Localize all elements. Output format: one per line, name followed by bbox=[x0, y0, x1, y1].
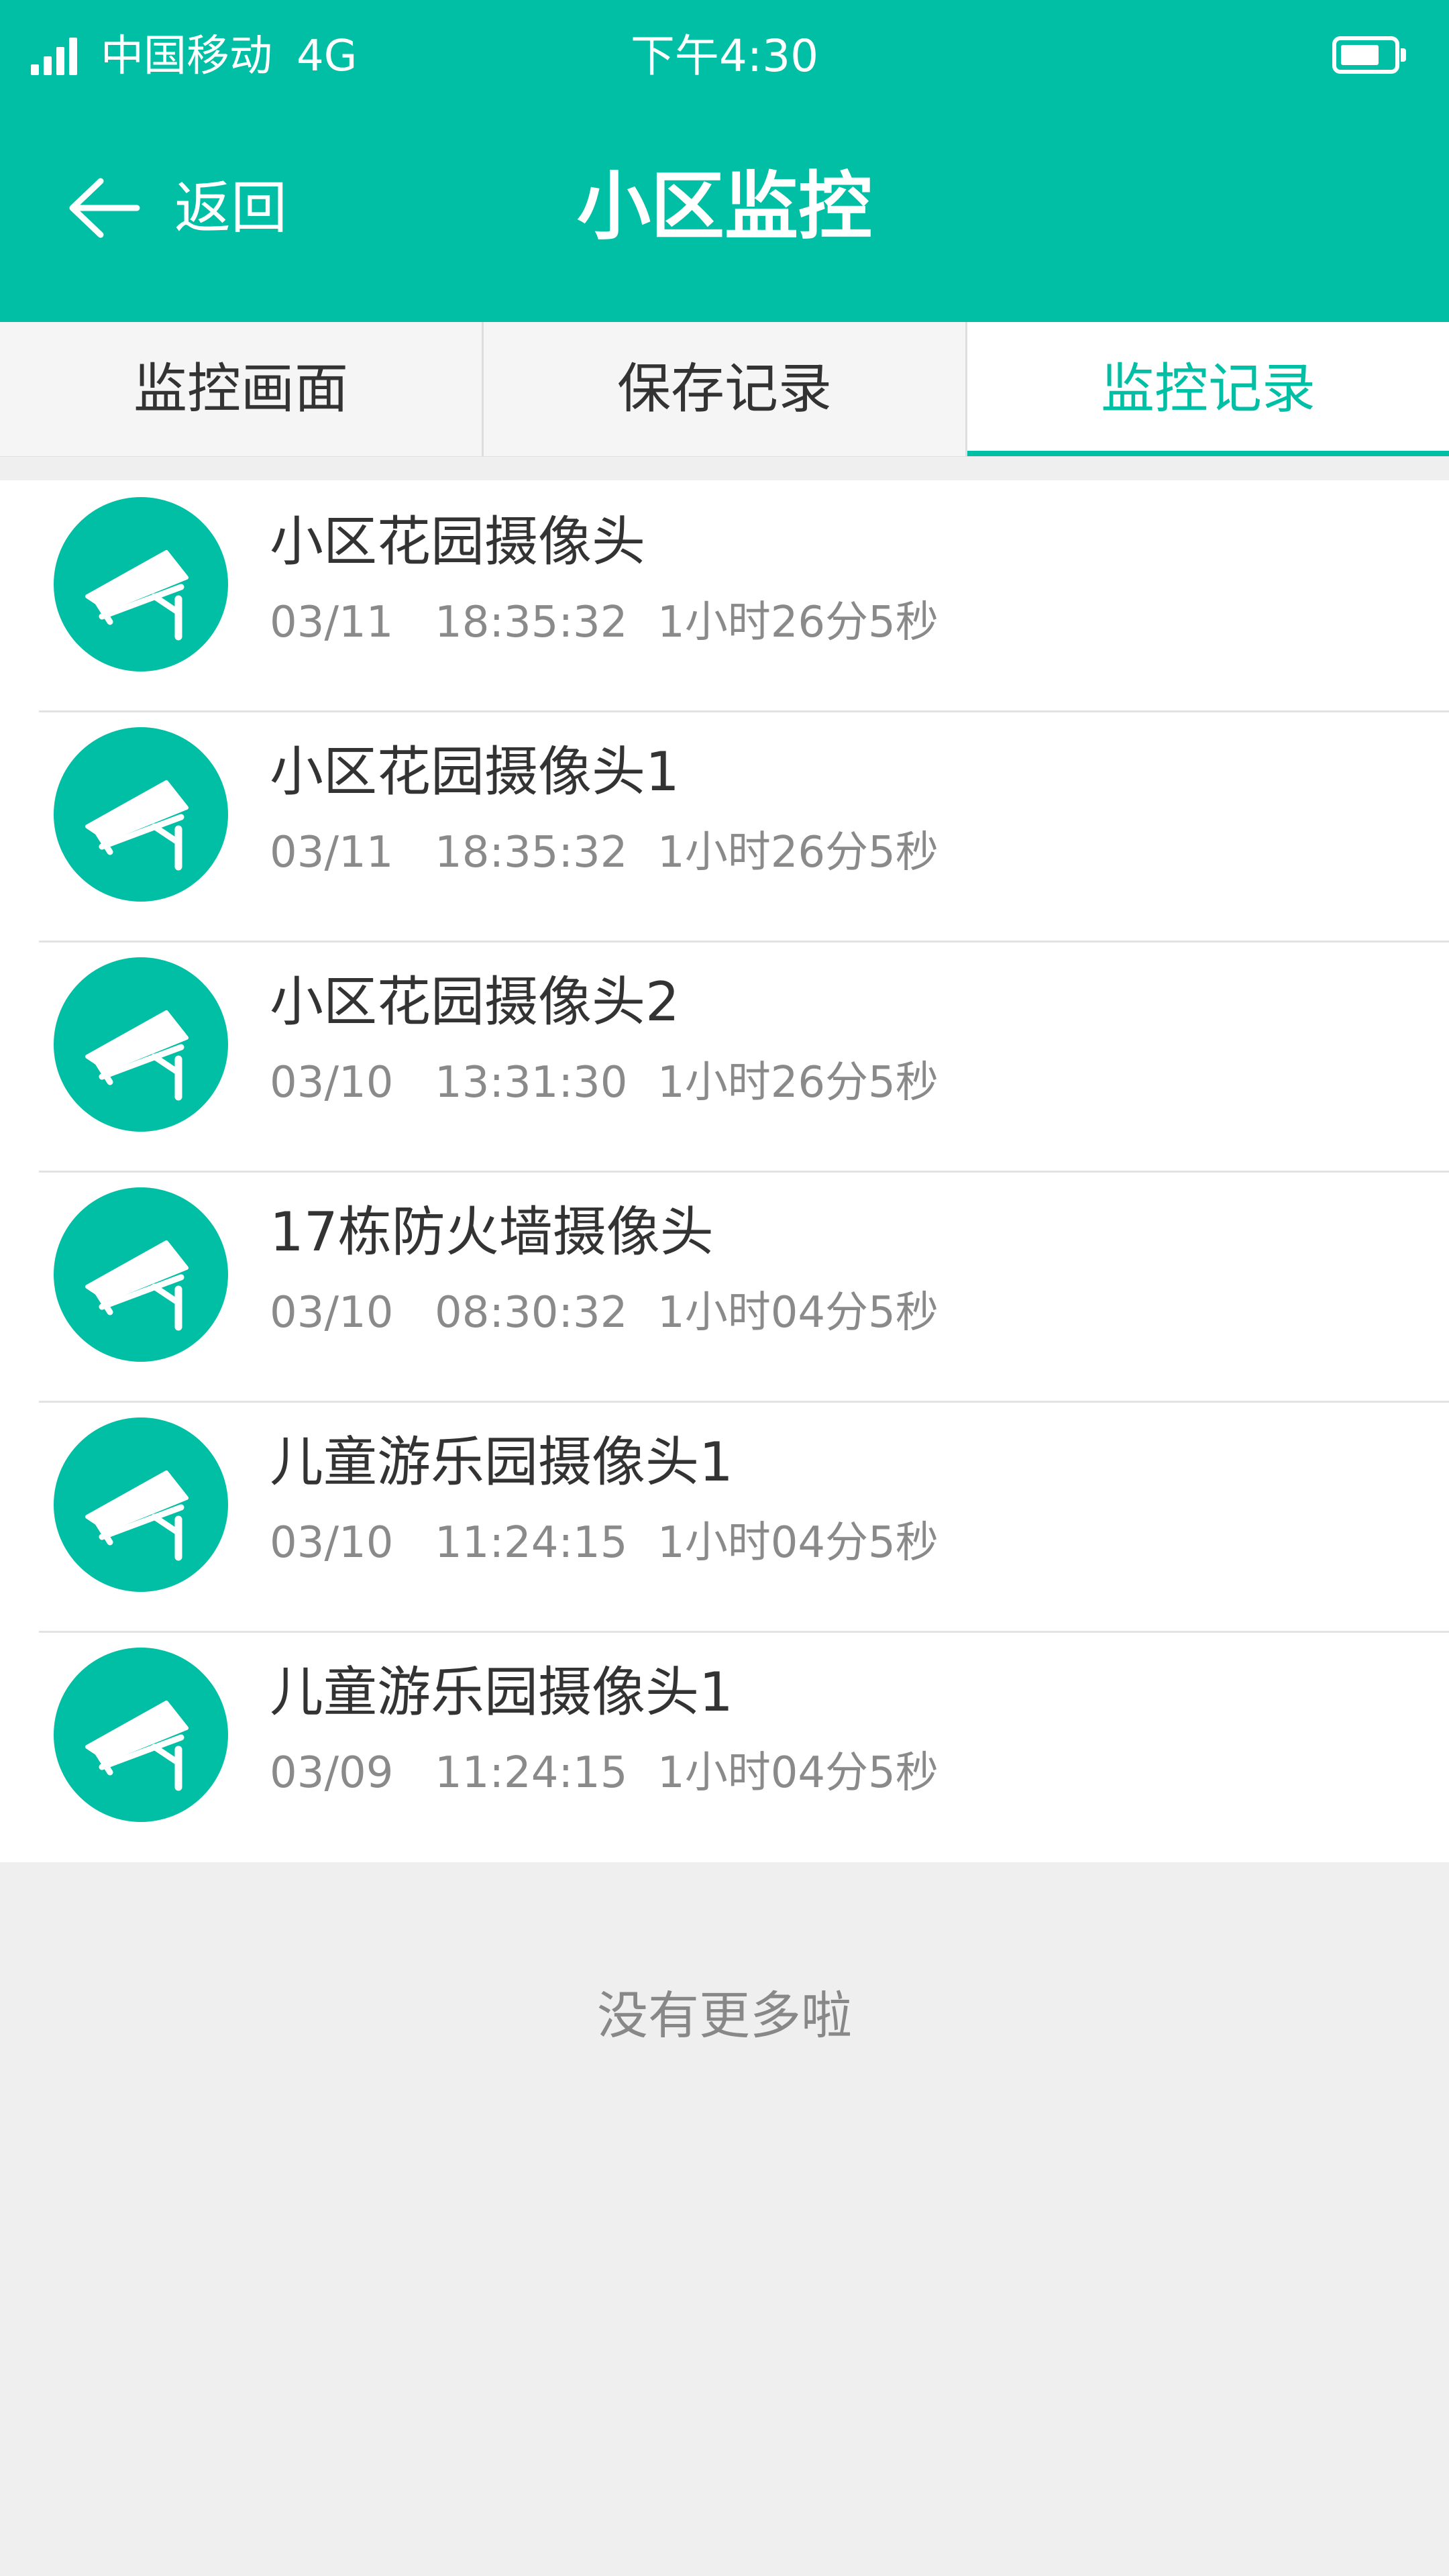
record-list: 小区花园摄像头 03/11 18:35:32 1小时26分5秒 小区花园摄像头1… bbox=[0, 480, 1449, 1862]
app-header: 中国移动 4G 下午4:30 返回 小区监控 bbox=[0, 0, 1449, 322]
tab-saved-records[interactable]: 保存记录 bbox=[482, 322, 965, 456]
record-date: 03/09 bbox=[270, 1748, 394, 1798]
record-duration: 1小时26分5秒 bbox=[657, 598, 938, 647]
nav-bar: 返回 小区监控 bbox=[0, 134, 1449, 282]
record-date: 03/10 bbox=[270, 1518, 394, 1568]
record-time: 13:31:30 bbox=[435, 1058, 628, 1108]
record-name: 小区花园摄像头2 bbox=[270, 971, 680, 1033]
record-time: 18:35:32 bbox=[435, 598, 628, 647]
cctv-camera-icon bbox=[54, 497, 228, 672]
cctv-camera-icon bbox=[54, 957, 228, 1132]
cctv-camera-icon bbox=[54, 1417, 228, 1592]
record-time: 18:35:32 bbox=[435, 828, 628, 877]
tab-monitor-records[interactable]: 监控记录 bbox=[965, 322, 1449, 456]
record-duration: 1小时04分5秒 bbox=[657, 1518, 938, 1568]
list-item[interactable]: 儿童游乐园摄像头1 03/09 11:24:15 1小时04分5秒 bbox=[0, 1631, 1449, 1861]
record-name: 17栋防火墙摄像头 bbox=[270, 1201, 714, 1263]
record-name: 小区花园摄像头1 bbox=[270, 741, 680, 803]
record-date: 03/10 bbox=[270, 1288, 394, 1338]
list-item[interactable]: 小区花园摄像头2 03/10 13:31:30 1小时26分5秒 bbox=[0, 941, 1449, 1171]
record-duration: 1小时04分5秒 bbox=[657, 1288, 938, 1338]
status-bar: 中国移动 4G 下午4:30 bbox=[0, 0, 1449, 114]
list-item[interactable]: 儿童游乐园摄像头1 03/10 11:24:15 1小时04分5秒 bbox=[0, 1401, 1449, 1631]
cctv-camera-icon bbox=[54, 1187, 228, 1362]
list-item[interactable]: 小区花园摄像头 03/11 18:35:32 1小时26分5秒 bbox=[0, 480, 1449, 710]
record-time: 08:30:32 bbox=[435, 1288, 628, 1338]
record-name: 儿童游乐园摄像头1 bbox=[270, 1661, 733, 1723]
record-duration: 1小时04分5秒 bbox=[657, 1748, 938, 1798]
record-date: 03/11 bbox=[270, 598, 394, 647]
tab-bar: 监控画面 保存记录 监控记录 bbox=[0, 322, 1449, 457]
list-item[interactable]: 17栋防火墙摄像头 03/10 08:30:32 1小时04分5秒 bbox=[0, 1171, 1449, 1401]
record-time: 11:24:15 bbox=[435, 1748, 628, 1798]
record-name: 儿童游乐园摄像头1 bbox=[270, 1431, 733, 1493]
status-time: 下午4:30 bbox=[630, 30, 819, 82]
page-title: 小区监控 bbox=[577, 164, 872, 250]
cctv-camera-icon bbox=[54, 1648, 228, 1822]
list-item[interactable]: 小区花园摄像头1 03/11 18:35:32 1小时26分5秒 bbox=[0, 710, 1449, 941]
record-time: 11:24:15 bbox=[435, 1518, 628, 1568]
record-duration: 1小时26分5秒 bbox=[657, 828, 938, 877]
record-duration: 1小时26分5秒 bbox=[657, 1058, 938, 1108]
no-more-message: 没有更多啦 bbox=[597, 1986, 852, 2045]
record-date: 03/10 bbox=[270, 1058, 394, 1108]
battery-icon bbox=[1332, 36, 1406, 74]
record-name: 小区花园摄像头 bbox=[270, 511, 645, 573]
tab-monitor-view[interactable]: 监控画面 bbox=[0, 322, 482, 456]
cctv-camera-icon bbox=[54, 727, 228, 902]
record-date: 03/11 bbox=[270, 828, 394, 877]
